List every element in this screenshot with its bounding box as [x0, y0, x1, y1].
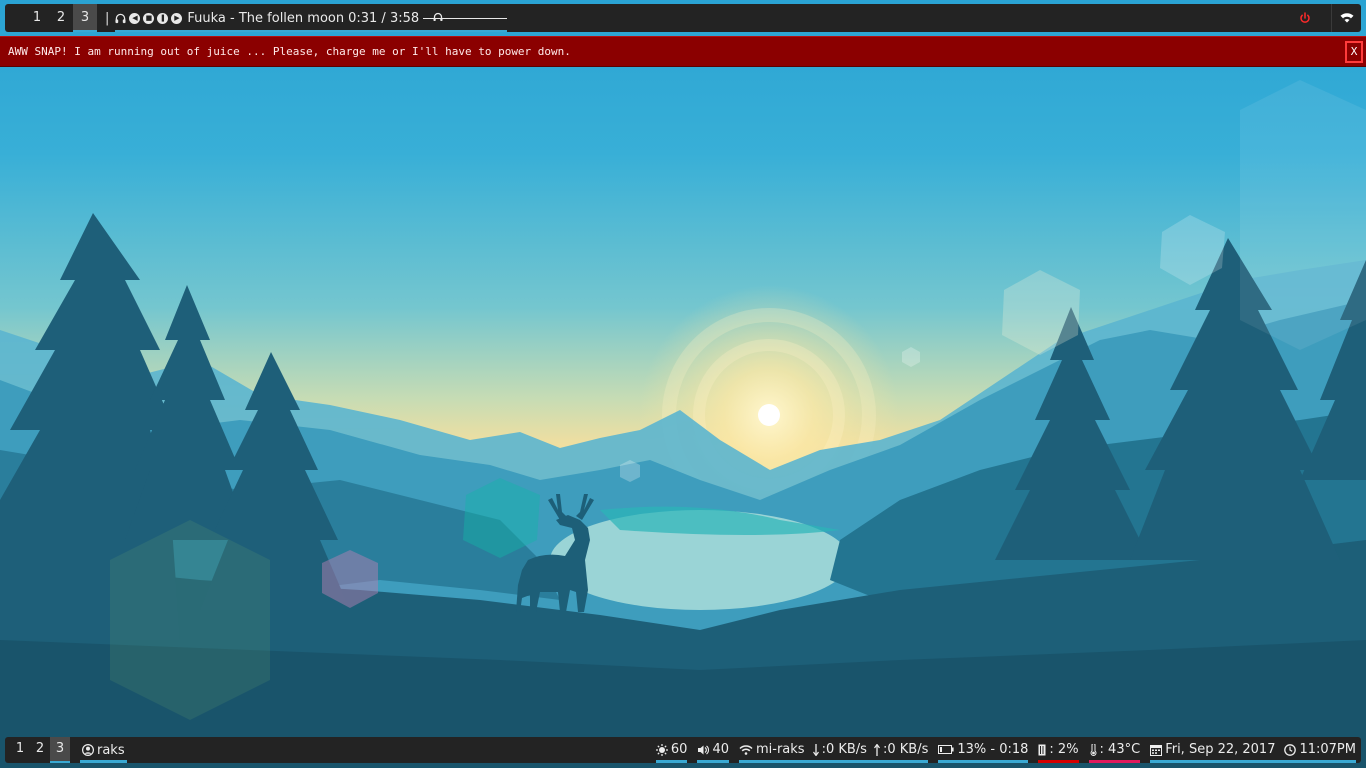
desktop-wallpaper [0, 0, 1366, 768]
workspace-3[interactable]: 3 [73, 4, 97, 32]
track-title: Fuuka - The follen moon [187, 10, 345, 26]
battery-status: 13% - 0:18 [957, 742, 1029, 757]
battery-icon [938, 745, 954, 754]
brightness-icon [655, 743, 668, 756]
upload-speed: :0 KB/s [882, 742, 929, 757]
volume-widget[interactable]: 40 [697, 737, 729, 763]
top-panel: 1 2 3 | ◀ ■ ❚ ▶ Fuuka - The follen moon … [5, 4, 1361, 32]
calendar-icon [1150, 744, 1163, 756]
notification-text: AWW SNAP! I am running out of juice ... … [8, 45, 571, 58]
separator: | [105, 10, 110, 26]
memory-icon [1038, 744, 1046, 755]
pause-icon[interactable]: ❚ [157, 12, 169, 24]
power-button[interactable] [1291, 4, 1319, 32]
clock-icon [1284, 743, 1297, 756]
clock-widget[interactable]: Fri, Sep 22, 2017 11:07PM [1150, 737, 1356, 763]
tray-wifi[interactable] [1331, 4, 1361, 32]
username: raks [97, 742, 125, 758]
low-battery-notification: AWW SNAP! I am running out of juice ... … [0, 36, 1366, 67]
cpu-temperature: : 43°C [1099, 742, 1141, 757]
bottom-workspace-1[interactable]: 1 [10, 737, 30, 763]
bottom-workspace-switcher: 1 2 3 [10, 737, 70, 763]
notification-close-button[interactable]: X [1345, 40, 1363, 63]
volume-icon [698, 745, 710, 754]
previous-icon[interactable]: ◀ [129, 12, 141, 24]
temperature-widget[interactable]: : 43°C [1088, 737, 1141, 763]
user-widget[interactable]: raks [80, 737, 127, 763]
network-widget[interactable]: mi-raks :0 KB/s :0 KB/s [738, 737, 929, 763]
next-icon[interactable]: ▶ [171, 12, 183, 24]
memory-usage: : 2% [1049, 742, 1079, 757]
download-speed: :0 KB/s [821, 742, 867, 757]
headphones-icon [115, 13, 126, 23]
user-icon [82, 744, 94, 756]
brightness-value: 60 [670, 742, 688, 757]
time-text: 11:07PM [1299, 742, 1356, 757]
stop-icon[interactable]: ■ [143, 12, 155, 24]
workspace-switcher: 1 2 3 [25, 4, 97, 32]
battery-widget[interactable]: 13% - 0:18 [938, 737, 1029, 763]
bottom-panel: 1 2 3 raks 60 40 mi-raks:0 KB/s:0 KB/s… [5, 737, 1361, 763]
workspace-1[interactable]: 1 [25, 4, 49, 32]
wifi-ssid: mi-raks [755, 742, 805, 757]
power-icon [1300, 12, 1310, 23]
thermometer-icon [1090, 743, 1097, 756]
music-player-widget: ◀ ■ ❚ ▶ Fuuka - The follen moon 0:31 / 3… [115, 4, 508, 32]
bottom-workspace-2[interactable]: 2 [30, 737, 50, 763]
brightness-widget[interactable]: 60 [655, 737, 688, 763]
bottom-workspace-3[interactable]: 3 [50, 737, 70, 763]
workspace-2[interactable]: 2 [49, 4, 73, 32]
wifi-icon [739, 745, 753, 755]
memory-widget[interactable]: : 2% [1038, 737, 1079, 763]
volume-value: 40 [712, 742, 729, 757]
download-arrow-icon [812, 743, 819, 756]
wifi-icon [1340, 13, 1353, 23]
date-text: Fri, Sep 22, 2017 [1165, 742, 1276, 757]
progress-knob-icon[interactable] [433, 12, 443, 22]
track-progress-slider[interactable] [423, 12, 508, 24]
upload-arrow-icon [873, 743, 880, 756]
track-time: 0:31 / 3:58 [348, 10, 420, 26]
